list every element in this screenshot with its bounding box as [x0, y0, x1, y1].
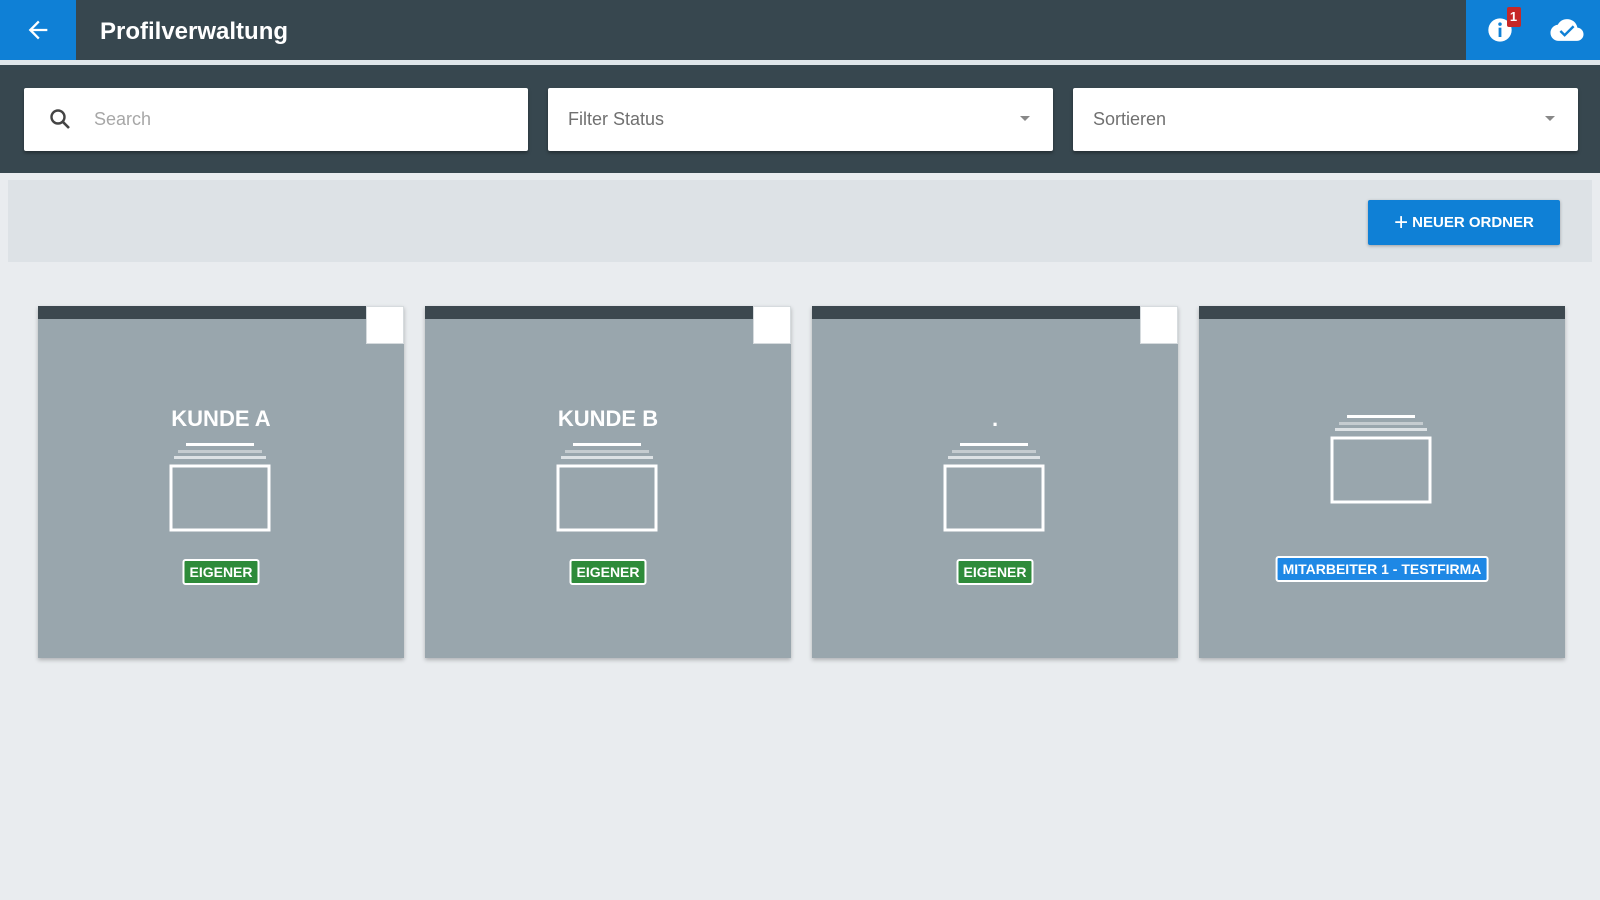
filter-status-label: Filter Status — [568, 109, 665, 129]
filter-bar: Filter Status Sortieren — [0, 65, 1600, 173]
search-box — [24, 88, 528, 151]
notification-badge: 1 — [1506, 7, 1521, 27]
folder-card[interactable]: . EIGENER — [812, 306, 1178, 658]
new-folder-button[interactable]: + NEUER ORDNER — [1368, 200, 1560, 245]
owner-tag: EIGENER — [569, 559, 647, 585]
chevron-down-icon — [1545, 116, 1555, 121]
folder-card[interactable]: KUNDE A EIGENER — [38, 306, 404, 658]
new-folder-label: NEUER ORDNER — [1412, 214, 1534, 231]
cloud-sync-button[interactable] — [1549, 13, 1584, 47]
header-actions: 1 — [1466, 0, 1600, 60]
search-input[interactable] — [94, 88, 514, 151]
card-top-strip — [38, 306, 404, 319]
folder-title: KUNDE B — [557, 406, 659, 431]
select-checkbox[interactable] — [753, 306, 791, 344]
folder-icon — [943, 443, 1045, 532]
folder-title: . — [991, 406, 999, 431]
cloud-icon — [1549, 19, 1584, 41]
back-arrow-icon — [28, 20, 48, 40]
folder-title: KUNDE A — [171, 406, 271, 431]
plus-icon: + — [1394, 208, 1409, 236]
sort-label: Sortieren — [1093, 109, 1167, 129]
card-top-strip — [1199, 306, 1565, 319]
app-header: Profilverwaltung 1 — [0, 0, 1600, 60]
owner-tag: EIGENER — [182, 559, 260, 585]
notifications-button[interactable]: 1 — [1483, 7, 1521, 47]
back-button[interactable] — [0, 0, 76, 60]
folder-card[interactable]: MITARBEITER 1 - TESTFIRMA — [1199, 306, 1565, 658]
filter-status-select[interactable]: Filter Status — [548, 88, 1053, 151]
staff-tag: MITARBEITER 1 - TESTFIRMA — [1275, 556, 1489, 582]
owner-tag: EIGENER — [956, 559, 1034, 585]
folder-icon — [169, 443, 271, 532]
search-icon — [50, 109, 70, 129]
folder-card[interactable]: KUNDE B EIGENER — [425, 306, 791, 658]
folder-icon — [1330, 415, 1432, 504]
action-bar: + NEUER ORDNER — [8, 180, 1592, 262]
chevron-down-icon — [1020, 116, 1030, 121]
card-top-strip — [425, 306, 791, 319]
select-checkbox[interactable] — [366, 306, 404, 344]
page-title: Profilverwaltung — [100, 18, 289, 45]
folder-icon — [556, 443, 658, 532]
card-top-strip — [812, 306, 1178, 319]
select-checkbox[interactable] — [1140, 306, 1178, 344]
sort-select[interactable]: Sortieren — [1073, 88, 1578, 151]
